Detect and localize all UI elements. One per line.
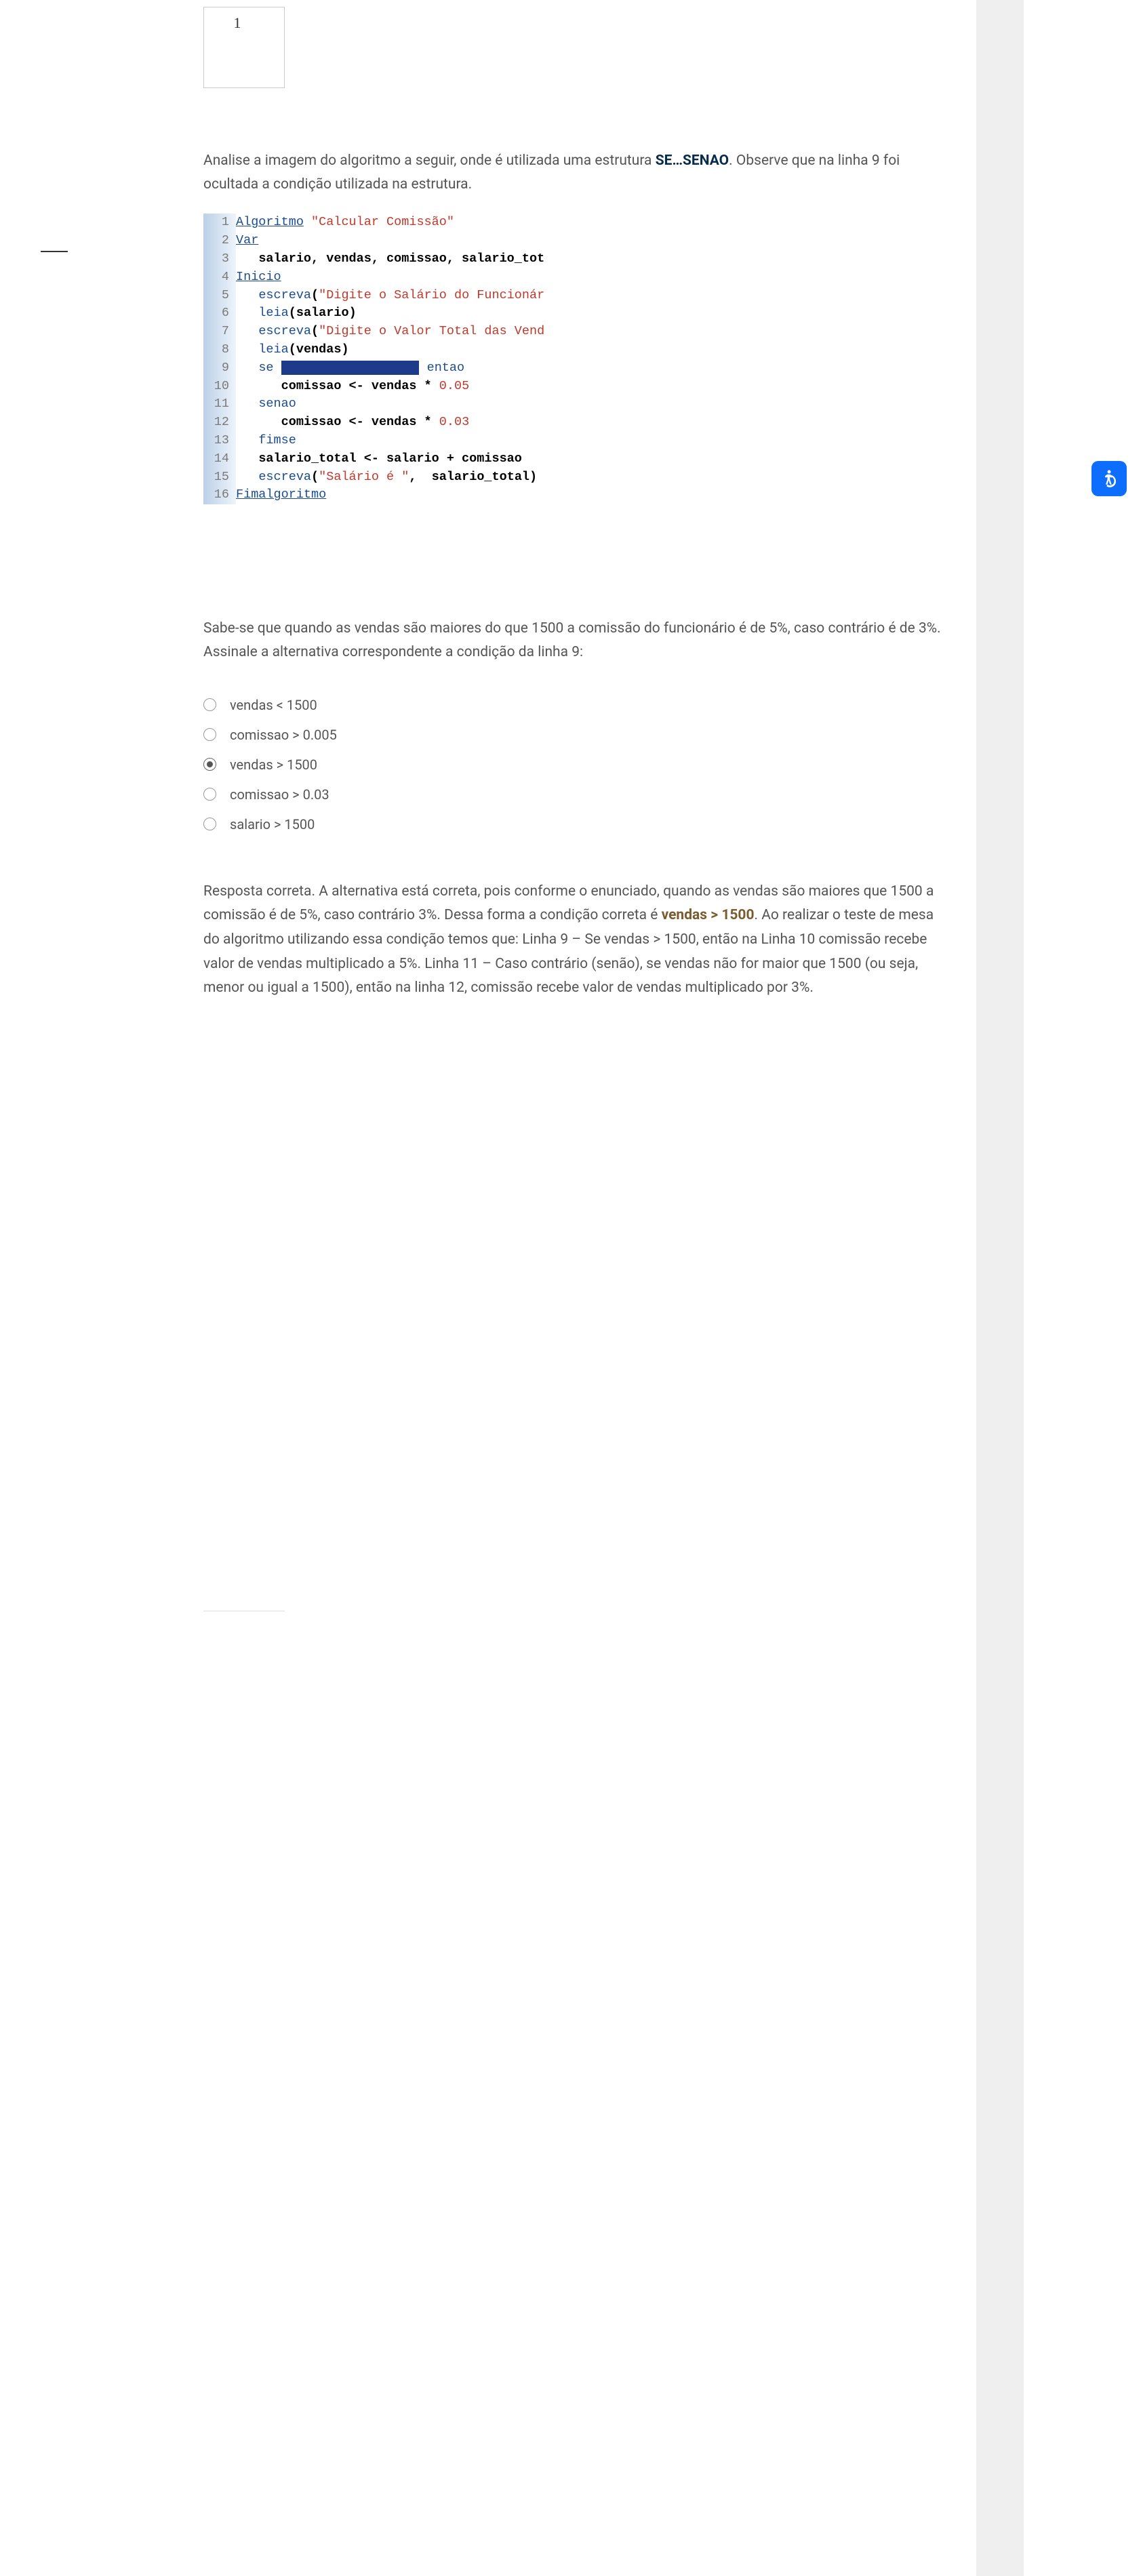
line-number: 8 [203,341,236,359]
right-scrollbar-area[interactable] [976,0,1024,2576]
line-number: 5 [203,287,236,305]
sidebar [0,0,176,2576]
code-line: 5 escreva("Digite o Salário do Funcionár [203,287,949,305]
question-prompt: Sabe-se que quando as vendas são maiores… [203,617,949,664]
code-line: 8 leia(vendas) [203,341,949,359]
code-line: 14 salario_total <- salario + comissao [203,450,949,468]
line-number: 7 [203,323,236,341]
feedback-box: Resposta correta. A alternativa está cor… [203,880,949,1001]
radio-2[interactable] [203,758,216,771]
code-line: 16Fimalgoritmo [203,486,949,504]
radio-0[interactable] [203,698,216,711]
code-line: 15 escreva("Salário é ", salario_total) [203,468,949,487]
option-0[interactable]: vendas < 1500 [203,697,949,713]
line-number: 12 [203,414,236,432]
line-number: 15 [203,468,236,487]
line-number: 13 [203,432,236,450]
code-line: 11 senao [203,395,949,414]
code-line: 6 leia(salario) [203,304,949,323]
code-line: 4Inicio [203,268,949,287]
code-line: 10 comissao <- vendas * 0.05 [203,378,949,396]
option-label: comissao > 0.03 [230,786,329,803]
line-number: 6 [203,304,236,323]
line-number: 16 [203,486,236,504]
option-label: salario > 1500 [230,816,315,832]
option-2[interactable]: vendas > 1500 [203,757,949,773]
line-number: 11 [203,395,236,414]
line-number: 4 [203,268,236,287]
line-number: 1 [203,214,236,232]
line-number: 2 [203,232,236,250]
line-number: 14 [203,450,236,468]
sidebar-active-indicator [41,251,68,252]
code-line: 12 comissao <- vendas * 0.03 [203,414,949,432]
options-group: vendas < 1500 comissao > 0.005 vendas > 15… [203,697,949,832]
feedback-answer: vendas > 1500 [662,907,755,923]
option-4[interactable]: salario > 1500 [203,816,949,832]
accessibility-icon [1099,468,1119,489]
option-1[interactable]: comissao > 0.005 [203,727,949,743]
radio-3[interactable] [203,788,216,801]
keyword-se-senao: SE…SENAO [656,153,729,169]
option-label: vendas > 1500 [230,757,317,773]
code-line: 2Var [203,232,949,250]
radio-4[interactable] [203,818,216,830]
accessibility-button[interactable] [1091,461,1127,496]
code-line: 9 se entao [203,359,949,378]
radio-1[interactable] [203,728,216,741]
question-number: 1 [234,14,241,87]
option-label: comissao > 0.005 [230,727,337,743]
option-3[interactable]: comissao > 0.03 [203,786,949,803]
option-label: vendas < 1500 [230,697,317,713]
line-number: 10 [203,378,236,396]
code-line: 1Algoritmo "Calcular Comissão" [203,214,949,232]
question-number-box: 1 [203,7,285,88]
line-number: 9 [203,359,236,378]
code-line: 13 fimse [203,432,949,450]
code-block: 1Algoritmo "Calcular Comissão"2Var3 sala… [203,209,949,599]
code-line: 7 escreva("Digite o Valor Total das Vend [203,323,949,341]
line-number: 3 [203,250,236,268]
code-line: 3 salario, vendas, comissao, salario_tot [203,250,949,268]
question-intro: Analise a imagem do algoritmo a seguir, … [203,149,949,196]
main-content: 1 Analise a imagem do algoritmo a seguir… [176,0,976,2576]
